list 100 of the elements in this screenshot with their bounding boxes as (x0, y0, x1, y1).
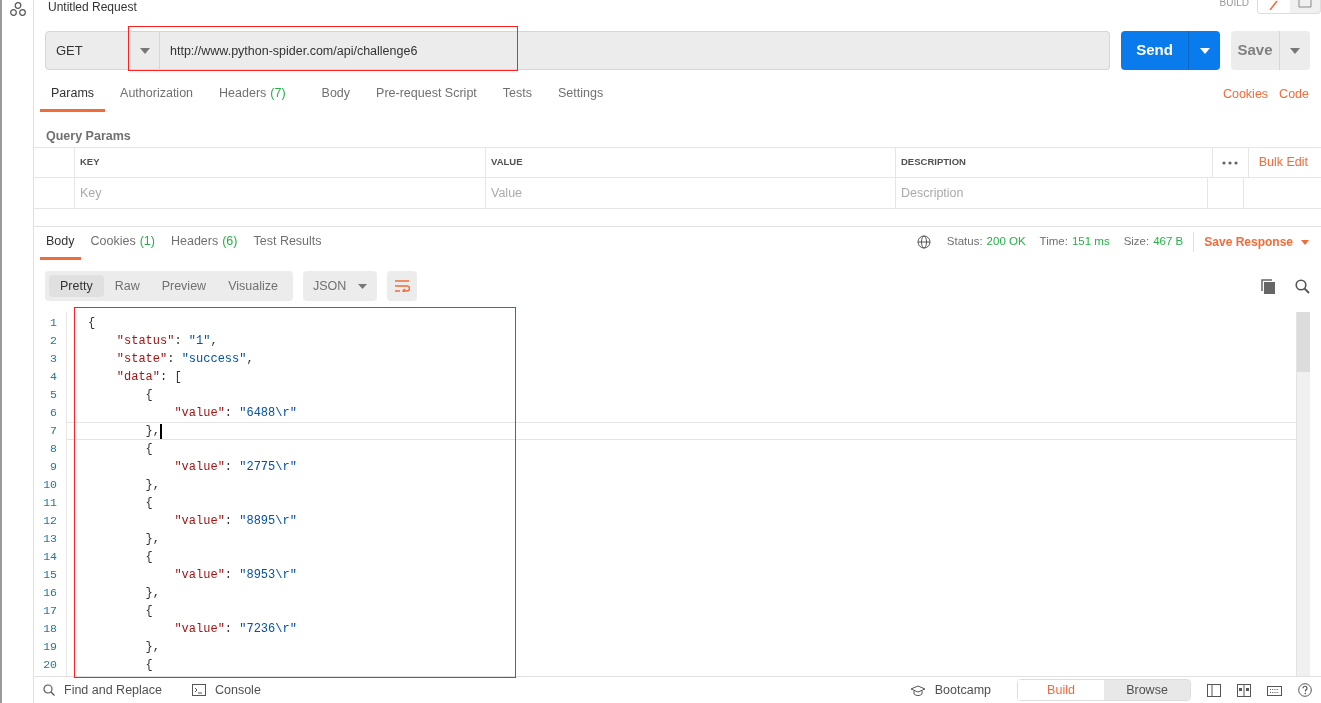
mode-label: BUILD (1219, 0, 1249, 8)
meta-label: Time: (1039, 234, 1068, 250)
globe-icon[interactable] (916, 235, 931, 249)
code-line: { (144, 495, 153, 512)
code-line: { (144, 387, 153, 404)
line-number: 11 (43, 495, 57, 512)
code-line: { (144, 441, 153, 458)
mode-tab[interactable]: Browse (1104, 680, 1190, 700)
view-mode-tab[interactable]: Raw (103, 275, 151, 297)
line-number: 3 (49, 351, 57, 368)
meta-label: Status: (946, 234, 983, 250)
line-number: 4 (49, 369, 57, 386)
line-number: 14 (43, 549, 57, 566)
tab[interactable]: Body (310, 82, 362, 112)
link[interactable]: Cookies (1222, 85, 1269, 104)
console-button[interactable]: Console (192, 680, 261, 700)
tab[interactable]: Headers (7) (208, 82, 297, 112)
bootcamp-button[interactable]: Bootcamp (909, 680, 991, 700)
line-number: 16 (43, 585, 57, 602)
meta-value: 200 OK (986, 234, 1026, 250)
tab[interactable]: Settings (547, 82, 615, 112)
code-line: }, (144, 639, 160, 656)
search-icon[interactable] (43, 684, 55, 696)
code-line: "status": "1", (115, 333, 218, 350)
wrap-icon[interactable] (393, 280, 410, 292)
code-line: { (144, 549, 153, 566)
save-button[interactable]: Save (1231, 31, 1310, 70)
graduation-cap-icon[interactable] (909, 684, 926, 696)
search-icon[interactable] (1295, 278, 1310, 294)
tab[interactable]: Tests (491, 82, 543, 112)
caret-icon[interactable] (1301, 239, 1309, 245)
view-mode-tab[interactable]: Pretty (49, 275, 104, 297)
code-line: "value": "2775\r" (173, 459, 297, 476)
line-number: 13 (43, 531, 57, 548)
format-dropdown[interactable]: JSON (302, 271, 377, 301)
code-line: }, (144, 477, 160, 494)
line-number: 10 (43, 477, 57, 494)
tab[interactable]: Test Results (247, 231, 328, 260)
request-title: Untitled Request (48, 0, 137, 14)
section-title: Query Params (46, 129, 131, 143)
line-number: 20 (43, 657, 57, 674)
keyboard-icon[interactable] (1267, 684, 1282, 696)
code-line: }, (144, 423, 160, 440)
code-line: { (88, 315, 96, 332)
scrollbar[interactable] (1296, 312, 1310, 676)
code-line: { (144, 603, 153, 620)
line-number: 19 (43, 639, 57, 656)
column-header: KEY (75, 148, 486, 177)
code-line: "data": [ (115, 369, 182, 386)
pencil-icon[interactable] (1258, 0, 1290, 13)
caret-icon[interactable] (357, 283, 367, 289)
line-number: 8 (49, 441, 57, 458)
table-input[interactable]: Value (486, 178, 896, 208)
column-header: DESCRIPTION (896, 148, 1213, 177)
team-icon[interactable] (9, 2, 26, 16)
split-pane-icon[interactable] (1237, 683, 1251, 697)
code-line: "value": "8953\r" (173, 567, 297, 584)
caret-icon[interactable] (140, 47, 150, 54)
save-response-button[interactable]: Save Response (1204, 233, 1309, 251)
code-line: "value": "8895\r" (173, 513, 297, 530)
column-header: VALUE (486, 148, 896, 177)
help-icon[interactable] (1298, 683, 1312, 697)
tab[interactable]: Body (40, 231, 81, 260)
line-number: 15 (43, 567, 57, 584)
line-number: 18 (43, 621, 57, 638)
find-replace-button[interactable]: Find and Replace (43, 680, 162, 700)
tab[interactable]: Authorization (109, 82, 205, 112)
more-icon[interactable] (1222, 160, 1239, 165)
tab[interactable]: Cookies (1) (84, 231, 161, 260)
meta-value: 467 B (1153, 234, 1184, 250)
code-line: "value": "6488\r" (173, 405, 297, 422)
code-line: "value": "7236\r" (173, 621, 297, 638)
code-line: }, (144, 585, 160, 602)
meta-value: 151 ms (1071, 234, 1110, 250)
tab[interactable]: Pre-request Script (365, 82, 488, 112)
code-line: { (144, 657, 153, 674)
line-number: 12 (43, 513, 57, 530)
line-number: 2 (49, 333, 57, 350)
view-mode-tab[interactable]: Preview (150, 275, 218, 297)
line-number: 1 (49, 315, 57, 332)
link[interactable]: Code (1279, 85, 1309, 104)
line-number: 17 (43, 603, 57, 620)
tab[interactable]: Params (40, 82, 106, 112)
line-number: 6 (49, 405, 57, 422)
line-number: 9 (49, 459, 57, 476)
tab[interactable]: Headers (6) (164, 231, 244, 260)
copy-icon[interactable] (1261, 278, 1275, 294)
send-button[interactable]: Send (1121, 31, 1220, 70)
table-input[interactable]: Key (75, 178, 486, 208)
code-line: }, (144, 531, 160, 548)
two-pane-icon[interactable] (1207, 683, 1221, 697)
line-number: 7 (49, 423, 57, 440)
terminal-icon[interactable] (192, 684, 206, 696)
url-field[interactable]: http://www.python-spider.com/api/challenge6 (160, 31, 1110, 70)
code-line: "state": "success", (115, 351, 254, 368)
method-dropdown[interactable]: GET (45, 31, 160, 70)
meta-label: Size: (1123, 234, 1150, 250)
table-input[interactable]: Description (896, 178, 1208, 208)
view-mode-tab[interactable]: Visualize (217, 275, 289, 297)
bulk-edit-link[interactable]: Bulk Edit (1248, 148, 1321, 177)
